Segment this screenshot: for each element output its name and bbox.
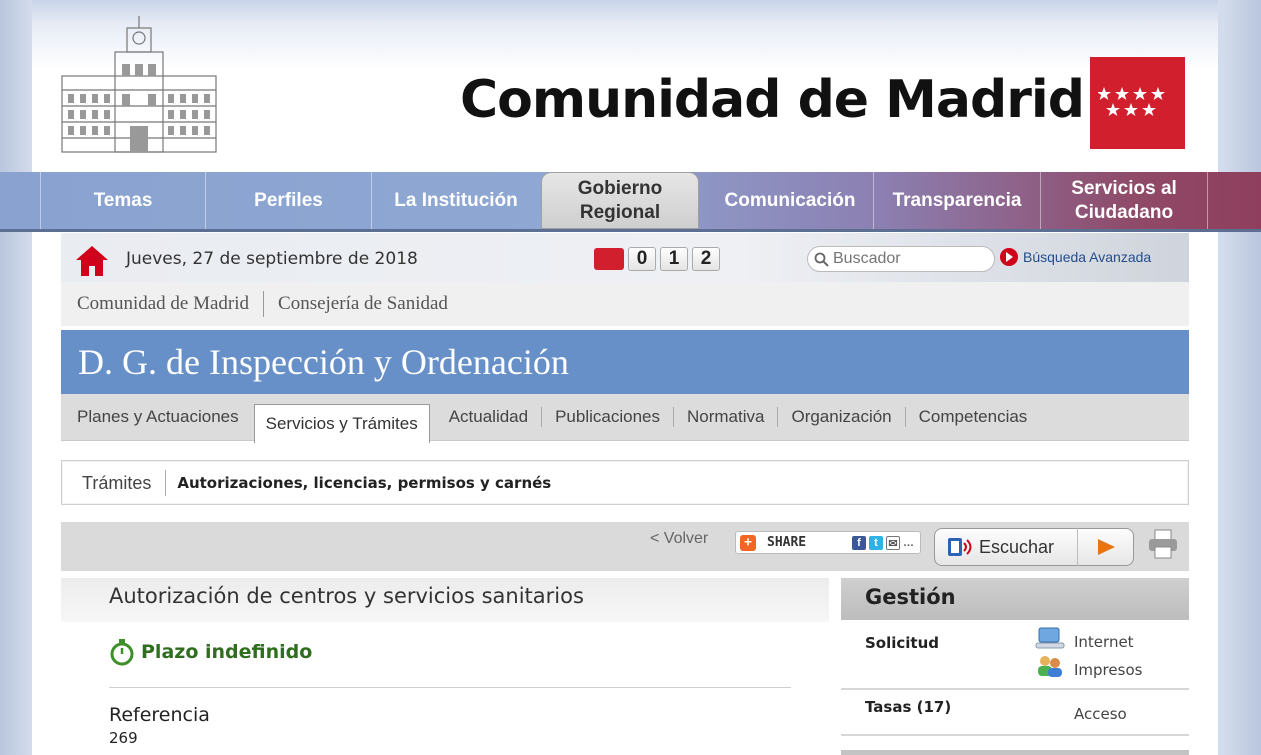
tab-organizacion[interactable]: Organización [778,407,906,427]
procedure-content: Autorización de centros y servicios sani… [61,578,829,755]
nav-gobierno-regional[interactable]: Gobierno Regional [541,172,699,229]
tramites-link[interactable]: Trámites [62,469,167,496]
section-tabs: Planes y Actuaciones Servicios y Trámite… [61,394,1189,443]
back-link[interactable]: < Volver [650,530,708,548]
madrid-flag-small-icon [594,248,624,270]
phone-digit: 1 [660,247,688,271]
deadline: Plazo indefinido [109,638,312,666]
print-icon[interactable] [1147,528,1179,560]
phone-digit: 2 [692,247,720,271]
reference-value: 269 [109,729,138,747]
acceso-link[interactable]: Acceso [1074,705,1127,723]
nav-transparencia[interactable]: Transparencia [873,172,1040,229]
facebook-icon: f [852,535,866,550]
main-navigation: Temas Perfiles La Institución Gobierno R… [0,172,1261,232]
home-icon[interactable] [75,245,109,277]
current-date: Jueves, 27 de septiembre de 2018 [126,249,418,269]
play-icon[interactable] [1077,528,1133,566]
breadcrumb: Comunidad de Madrid Consejería de Sanida… [61,282,1189,326]
divider [109,687,791,688]
tab-planes-y-actuaciones[interactable]: Planes y Actuaciones [61,407,252,427]
email-icon: ✉ [886,535,900,550]
advanced-search-label: Búsqueda Avanzada [1023,249,1152,265]
search-icon [814,252,829,267]
real-casa-de-correos-logo[interactable] [60,14,218,154]
listen-button[interactable]: Escuchar [934,528,1134,566]
gestion-title: Gestión [841,578,1189,620]
section-title: D. G. de Inspección y Ordenación [61,330,1189,394]
nav-comunicacion[interactable]: Comunicación [707,172,873,229]
speaker-icon [948,538,972,556]
breadcrumb-separator [263,291,265,317]
phone-digit: 0 [628,247,656,271]
twitter-icon: t [869,535,883,550]
breadcrumb-item[interactable]: Comunidad de Madrid [77,293,249,315]
share-plus-icon: + [740,534,756,551]
nav-temas[interactable]: Temas [40,172,205,229]
page-toolbar: < Volver + SHARE f t ✉ … Escuchar [61,522,1189,571]
current-category: Autorizaciones, licencias, permisos y ca… [177,473,552,492]
site-header: Comunidad de Madrid [32,0,1218,172]
more-icon: … [903,536,914,549]
computer-icon [1035,627,1065,649]
nav-la-institucion[interactable]: La Institución [371,172,540,229]
nav-perfiles[interactable]: Perfiles [205,172,371,229]
solicitud-label: Solicitud [865,634,940,652]
utility-bar: Jueves, 27 de septiembre de 2018 0 1 2 B… [61,233,1189,282]
impresos-link[interactable]: Impresos [1074,661,1142,679]
advanced-search-link[interactable]: Búsqueda Avanzada [1000,248,1151,266]
breadcrumb-item[interactable]: Consejería de Sanidad [278,293,448,315]
reference-label: Referencia [109,704,210,726]
gestion-panel: Gestión Solicitud Internet Impresos Tasa… [841,578,1189,755]
share-label: SHARE [767,535,807,550]
procedure-title: Autorización de centros y servicios sani… [109,584,584,608]
tab-actualidad[interactable]: Actualidad [436,407,543,427]
tab-servicios-y-tramites[interactable]: Servicios y Trámites [253,403,430,443]
phone-012-badge[interactable]: 0 1 2 [594,247,720,271]
share-button[interactable]: + SHARE f t ✉ … [735,531,921,554]
play-circle-icon [1000,248,1018,266]
deadline-text: Plazo indefinido [141,641,313,663]
subsection-breadcrumb: Trámites Autorizaciones, licencias, perm… [61,460,1189,505]
stopwatch-icon [110,639,134,666]
internet-link[interactable]: Internet [1074,633,1134,651]
madrid-flag-icon [1090,57,1185,149]
tasas-label: Tasas (17) [865,698,952,716]
search-input[interactable] [833,250,983,268]
tab-normativa[interactable]: Normativa [674,407,779,427]
nav-servicios-al-ciudadano[interactable]: Servicios al Ciudadano [1040,172,1208,229]
tab-competencias[interactable]: Competencias [906,407,1041,427]
tab-publicaciones[interactable]: Publicaciones [542,407,674,427]
brand-title[interactable]: Comunidad de Madrid [460,70,1085,130]
listen-label: Escuchar [979,536,1055,557]
search-box [807,246,995,272]
people-icon [1038,656,1062,677]
